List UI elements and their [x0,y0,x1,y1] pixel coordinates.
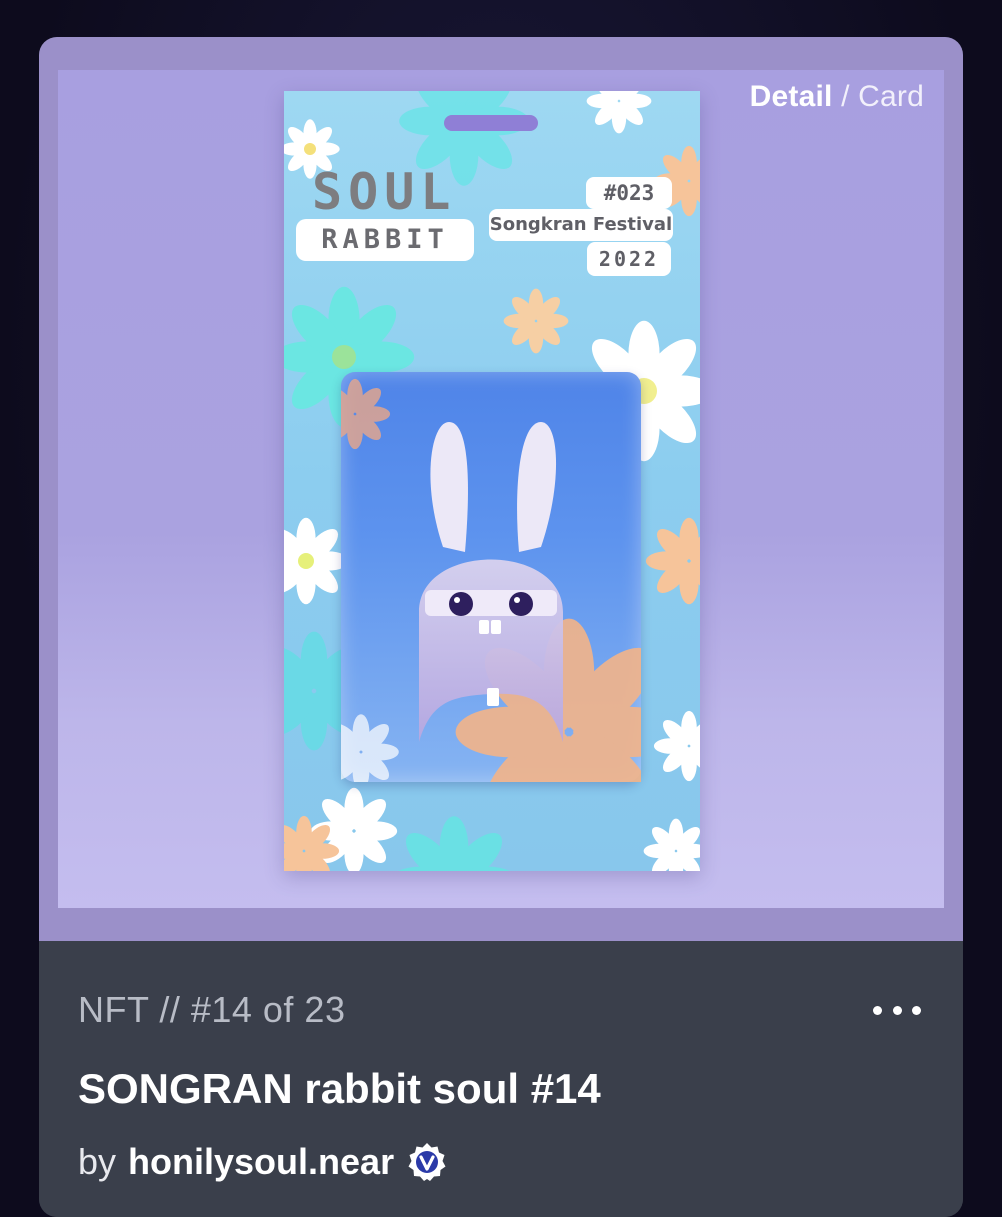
nft-info-panel: NFT // #14 of 23 SONGRAN rabbit soul #14… [39,941,963,1217]
more-dot-icon [912,1005,921,1015]
byline: by honilysoul.near [78,1141,448,1183]
detail-view-link[interactable]: Detail [750,80,833,113]
edition-label: NFT // #14 of 23 [78,989,346,1030]
more-options-button[interactable] [873,999,921,1021]
blister-window [341,372,641,782]
by-label: by [78,1141,117,1182]
nft-media[interactable]: SOUL RABBIT #023 Songkran Festival 2022 [58,70,944,908]
number-tag: #023 [586,177,672,209]
festival-tag: Songkran Festival [489,209,673,241]
more-dot-icon [873,1005,882,1015]
brand-line2: RABBIT [296,219,474,261]
nft-title: SONGRAN rabbit soul #14 [78,1065,601,1112]
view-toggle: Detail / Card [750,80,924,114]
media-frame: SOUL RABBIT #023 Songkran Festival 2022 [39,37,963,941]
rabbit-figure [419,422,563,742]
brand-line1: SOUL [312,163,457,221]
year-tag: 2022 [587,242,671,276]
nft-card: SOUL RABBIT #023 Songkran Festival 2022 [39,37,963,1217]
view-toggle-separator: / [841,80,850,113]
card-view-link[interactable]: Card [858,80,924,113]
artwork-package: SOUL RABBIT #023 Songkran Festival 2022 [284,91,700,871]
hang-slot [444,115,538,131]
owner-link[interactable]: honilysoul.near [128,1141,394,1183]
verified-badge-icon [408,1143,446,1181]
more-dot-icon [892,1005,902,1015]
